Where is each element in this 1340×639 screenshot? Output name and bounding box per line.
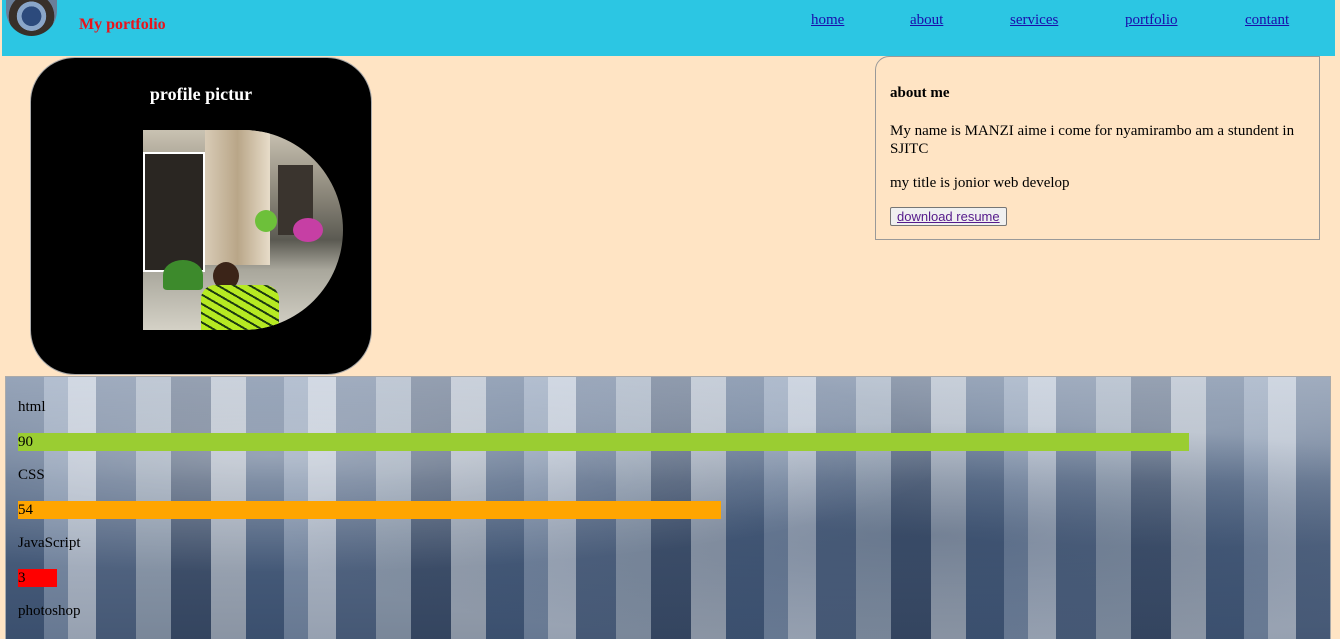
about-panel: about me My name is MANZI aime i come fo… bbox=[875, 56, 1320, 240]
avatar bbox=[6, 0, 57, 36]
about-heading: about me bbox=[890, 85, 950, 101]
nav-services-link[interactable]: services bbox=[1010, 12, 1058, 29]
skill-label-photoshop: photoshop bbox=[18, 603, 81, 619]
skill-bar-html: 90 bbox=[18, 433, 1189, 451]
skill-label-javascript: JavaScript bbox=[18, 535, 81, 551]
nav-portfolio-link[interactable]: portfolio bbox=[1125, 12, 1178, 29]
brand-title: My portfolio bbox=[79, 16, 166, 33]
skill-label-html: html bbox=[18, 399, 46, 415]
top-navbar: My portfolio home about services portfol… bbox=[2, 0, 1335, 56]
profile-card: profile pictur bbox=[30, 57, 372, 375]
download-resume-button[interactable]: download resume bbox=[890, 207, 1007, 226]
skill-bar-javascript: 3 bbox=[18, 569, 57, 587]
skills-section: html 90 CSS 54 JavaScript 3 photoshop bbox=[5, 376, 1331, 639]
profile-photo bbox=[143, 130, 343, 330]
about-title-line: my title is jonior web develop bbox=[890, 175, 1070, 191]
skill-bar-css: 54 bbox=[18, 501, 721, 519]
about-bio: My name is MANZI aime i come for nyamira… bbox=[890, 123, 1295, 157]
skill-label-css: CSS bbox=[18, 467, 45, 483]
nav-contact-link[interactable]: contant bbox=[1245, 12, 1289, 29]
nav-home-link[interactable]: home bbox=[811, 12, 844, 29]
nav-about-link[interactable]: about bbox=[910, 12, 943, 29]
profile-title: profile pictur bbox=[149, 84, 253, 104]
